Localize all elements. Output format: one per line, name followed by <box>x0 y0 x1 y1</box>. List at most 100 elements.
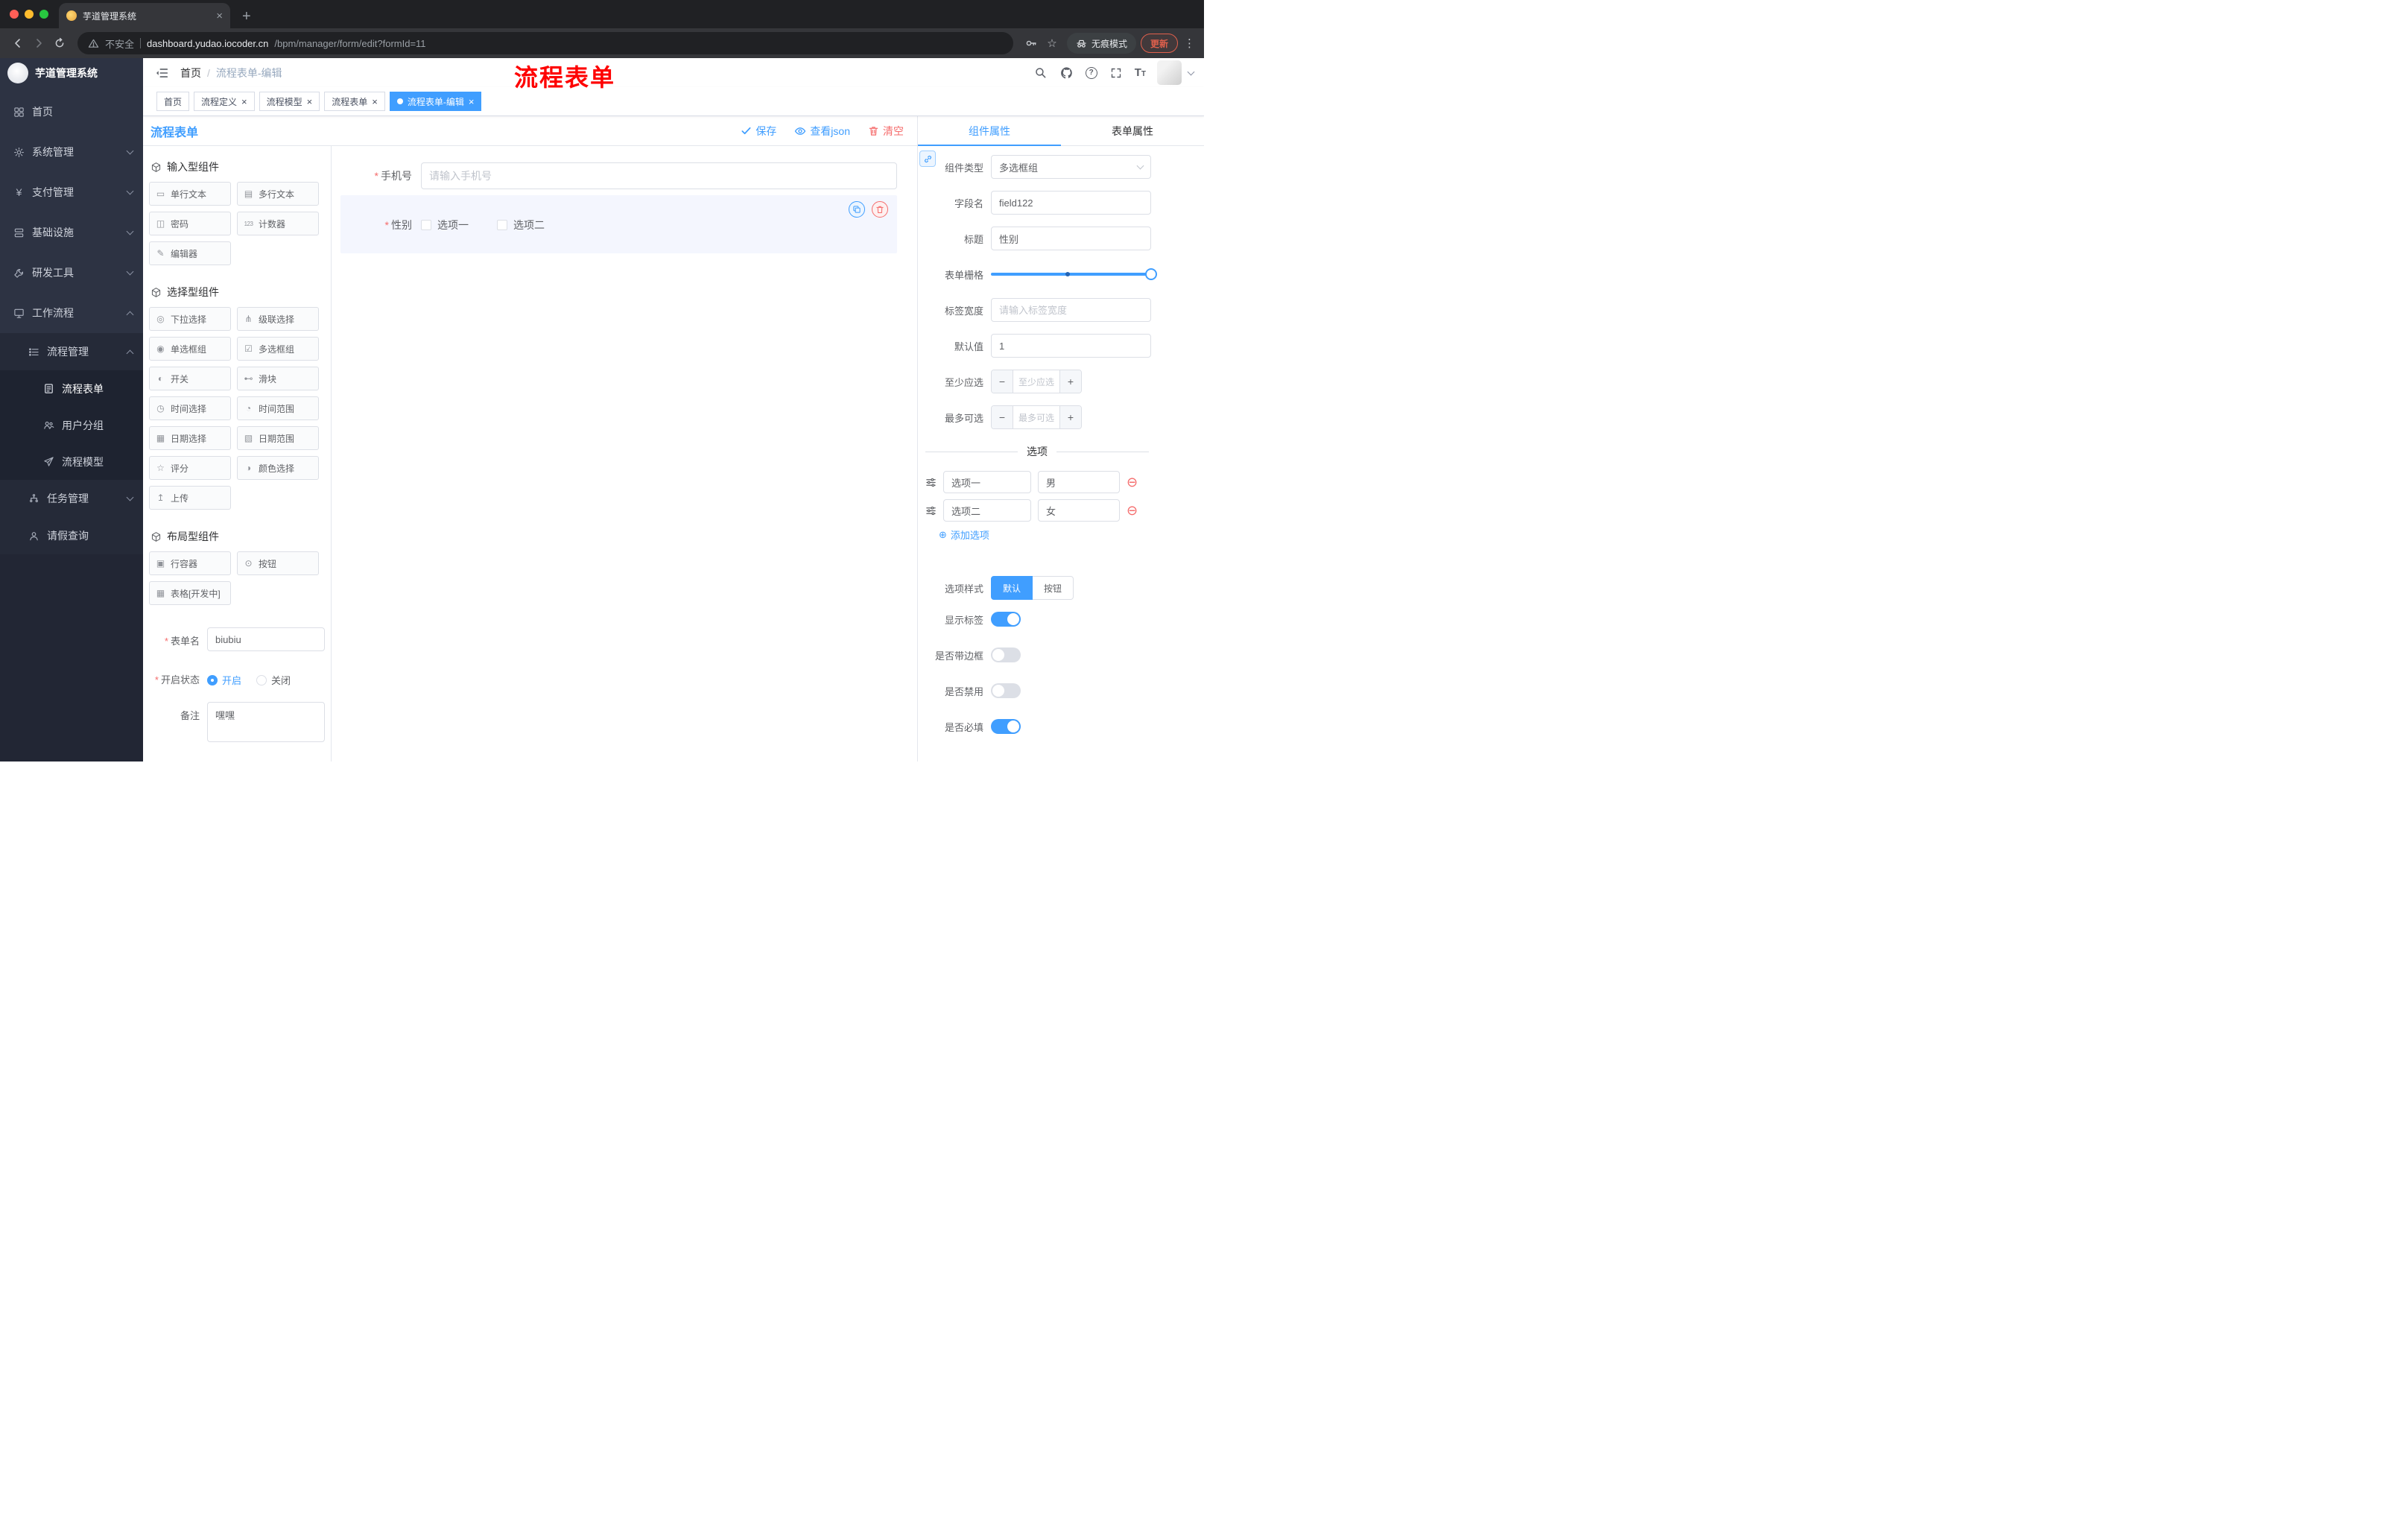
palette-item-time-range[interactable]: ◔ 时间范围 <box>237 396 319 420</box>
tab-home[interactable]: 首页 <box>156 92 190 111</box>
form-remark-input[interactable]: 嘿嘿 <box>207 702 325 742</box>
close-icon[interactable]: × <box>307 97 313 107</box>
save-button[interactable]: 保存 <box>741 124 776 139</box>
option-value-input[interactable] <box>1038 499 1120 522</box>
window-zoom-button[interactable] <box>39 10 48 19</box>
border-toggle[interactable] <box>991 647 1021 662</box>
key-icon[interactable] <box>1021 33 1042 54</box>
increase-button[interactable]: + <box>1059 370 1081 393</box>
sidebar-item-user-group[interactable]: 用户分组 <box>0 407 143 443</box>
sidebar-item-task-management[interactable]: 任务管理 <box>0 480 143 517</box>
sidebar-item-system[interactable]: 系统管理 <box>0 132 143 172</box>
window-minimize-button[interactable] <box>25 10 34 19</box>
palette-item-color-picker[interactable]: ◑ 颜色选择 <box>237 456 319 480</box>
avatar[interactable] <box>1157 60 1182 85</box>
new-tab-button[interactable]: + <box>242 9 251 24</box>
palette-item-table[interactable]: ▦ 表格[开发中] <box>149 581 231 605</box>
slider-handle[interactable] <box>1145 268 1157 280</box>
sidebar-item-devtools[interactable]: 研发工具 <box>0 253 143 293</box>
github-icon[interactable] <box>1059 66 1074 80</box>
palette-item-select[interactable]: ◎ 下拉选择 <box>149 307 231 331</box>
selected-widget-gender[interactable]: * 性别 选项一 选项二 <box>340 195 897 253</box>
palette-item-editor[interactable]: ✎ 编辑器 <box>149 241 231 265</box>
phone-field-row[interactable]: * 手机号 <box>340 162 897 189</box>
remove-option-icon[interactable]: ⊖ <box>1127 504 1138 517</box>
palette-item-row-container[interactable]: ▣ 行容器 <box>149 551 231 575</box>
min-select-value[interactable]: 至少应选 <box>1013 370 1059 393</box>
delete-widget-button[interactable] <box>872 201 888 218</box>
option-name-input[interactable] <box>943 499 1031 522</box>
close-icon[interactable]: × <box>241 97 247 107</box>
palette-item-textarea[interactable]: ▤ 多行文本 <box>237 182 319 206</box>
help-icon[interactable]: ? <box>1085 66 1097 79</box>
copy-widget-button[interactable] <box>849 201 865 218</box>
close-icon[interactable]: × <box>469 97 475 107</box>
palette-item-cascader[interactable]: ⋔ 级联选择 <box>237 307 319 331</box>
window-close-button[interactable] <box>10 10 19 19</box>
palette-item-radio-group[interactable]: ◉ 单选框组 <box>149 337 231 361</box>
palette-item-button[interactable]: ⊙ 按钮 <box>237 551 319 575</box>
clear-button[interactable]: 清空 <box>868 124 904 139</box>
field-name-input[interactable] <box>991 191 1151 215</box>
menu-fold-icon[interactable] <box>155 66 168 80</box>
palette-item-single-text[interactable]: ▭ 单行文本 <box>149 182 231 206</box>
browser-tab[interactable]: 芋道管理系统 × <box>59 3 230 28</box>
palette-item-date-picker[interactable]: ▦ 日期选择 <box>149 426 231 450</box>
palette-item-upload[interactable]: ↥ 上传 <box>149 486 231 510</box>
label-width-input[interactable] <box>991 298 1151 322</box>
required-toggle[interactable] <box>991 719 1021 734</box>
default-value-input[interactable] <box>991 334 1151 358</box>
option-value-input[interactable] <box>1038 471 1120 493</box>
star-icon[interactable]: ☆ <box>1042 33 1062 54</box>
sidebar-item-payment[interactable]: ¥ 支付管理 <box>0 172 143 212</box>
sidebar-item-process-form[interactable]: 流程表单 <box>0 370 143 407</box>
palette-item-checkbox-group[interactable]: ☑ 多选框组 <box>237 337 319 361</box>
breadcrumb-home[interactable]: 首页 <box>180 66 201 80</box>
sidebar-item-infrastructure[interactable]: 基础设施 <box>0 212 143 253</box>
decrease-button[interactable]: − <box>992 370 1013 393</box>
status-closed-radio[interactable]: 关闭 <box>256 673 291 687</box>
sidebar-item-home[interactable]: 首页 <box>0 92 143 132</box>
drag-handle-icon[interactable] <box>925 477 937 488</box>
sidebar-item-process-management[interactable]: 流程管理 <box>0 333 143 370</box>
browser-update-button[interactable]: 更新 <box>1140 34 1178 53</box>
sidebar-item-workflow[interactable]: 工作流程 <box>0 293 143 333</box>
component-type-select[interactable]: 多选框组 <box>991 155 1151 179</box>
gender-option-1[interactable]: 选项一 <box>421 218 469 232</box>
phone-input[interactable] <box>421 162 897 189</box>
tab-component-props[interactable]: 组件属性 <box>918 116 1061 146</box>
close-icon[interactable]: × <box>372 97 378 107</box>
back-icon[interactable] <box>7 33 28 54</box>
form-canvas[interactable]: * 手机号 请输入手机号 * 性别 选项一 选项二 <box>332 146 917 762</box>
show-label-toggle[interactable] <box>991 612 1021 627</box>
fullscreen-icon[interactable] <box>1109 66 1124 80</box>
add-option-button[interactable]: ⊕ 添加选项 <box>939 528 1204 542</box>
remove-option-icon[interactable]: ⊖ <box>1127 475 1138 489</box>
palette-item-rate[interactable]: ☆ 评分 <box>149 456 231 480</box>
max-select-value[interactable]: 最多可选 <box>1013 406 1059 428</box>
avatar-caret-icon[interactable] <box>1187 68 1195 75</box>
gender-option-2[interactable]: 选项二 <box>497 218 545 232</box>
tab-close-icon[interactable]: × <box>216 10 223 22</box>
tab-process-model[interactable]: 流程模型 × <box>259 92 320 111</box>
forward-icon[interactable] <box>28 33 49 54</box>
browser-menu-icon[interactable]: ⋮ <box>1184 37 1195 50</box>
decrease-button[interactable]: − <box>992 406 1013 428</box>
status-open-radio[interactable]: 开启 <box>207 673 241 687</box>
reload-icon[interactable] <box>49 33 70 54</box>
sidebar-item-leave-query[interactable]: 请假查询 <box>0 517 143 554</box>
tab-process-definition[interactable]: 流程定义 × <box>194 92 255 111</box>
search-icon[interactable] <box>1033 66 1048 80</box>
view-json-button[interactable]: 查看json <box>794 124 850 139</box>
tab-process-form[interactable]: 流程表单 × <box>324 92 385 111</box>
palette-item-slider[interactable]: ⊷ 滑块 <box>237 367 319 390</box>
increase-button[interactable]: + <box>1059 406 1081 428</box>
palette-item-time-picker[interactable]: ◷ 时间选择 <box>149 396 231 420</box>
font-size-icon[interactable]: TT <box>1135 66 1146 79</box>
address-bar[interactable]: 不安全 dashboard.yudao.iocoder.cn/bpm/manag… <box>77 32 1013 54</box>
option-style-default[interactable]: 默认 <box>991 576 1033 600</box>
slider-track[interactable] <box>991 268 1157 280</box>
grid-slider[interactable] <box>991 262 1157 286</box>
title-input[interactable] <box>991 227 1151 250</box>
palette-item-switch[interactable]: ◐ 开关 <box>149 367 231 390</box>
